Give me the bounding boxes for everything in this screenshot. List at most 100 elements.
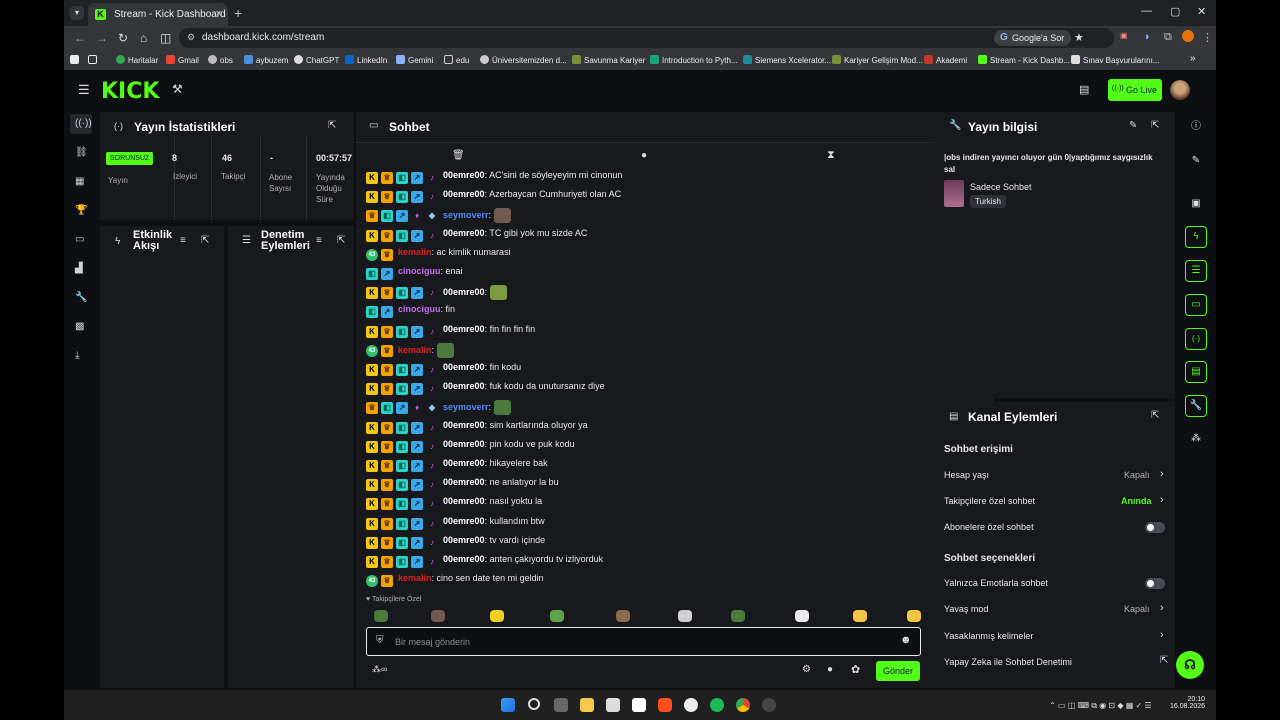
wrench-icon[interactable]: 🔧	[75, 292, 87, 303]
bookmark-item[interactable]: Savunma Kariyer	[572, 55, 645, 65]
chat-username[interactable]: 00emre00	[443, 496, 485, 506]
bookmark-item[interactable]: Kariyer Gelişim Mod...	[832, 55, 923, 65]
chat-username[interactable]: 00emre00	[443, 420, 485, 430]
app-icon[interactable]	[684, 698, 698, 712]
chat-username[interactable]: seymoverr	[443, 402, 489, 412]
emote-quick-pick[interactable]	[853, 610, 867, 622]
hamburger-menu-icon[interactable]: ☰	[78, 82, 90, 98]
emote-quick-pick[interactable]	[616, 610, 630, 622]
chat-message[interactable]: K ♛ ◧ ↗ ♪ 00emre00: AC'sini de söyleyeyim mi …	[366, 170, 622, 188]
chrome-icon[interactable]	[736, 698, 750, 712]
help-chat-icon[interactable]: ☊	[1176, 651, 1204, 679]
chat-message[interactable]: K ♛ ◧ ↗ ♪ 00emre00: fin kodu	[366, 362, 521, 380]
menu-kebab-icon[interactable]: ⋮	[1202, 31, 1213, 44]
avatar[interactable]	[1170, 80, 1190, 100]
chat-message[interactable]: 43 ♛ kemalin:	[366, 342, 454, 361]
bookmark-square-icon[interactable]	[70, 55, 82, 65]
go-live-button[interactable]: Go Live	[1108, 79, 1162, 101]
stream-info-toggle-icon[interactable]: 🔧	[1185, 395, 1207, 417]
chat-message[interactable]: K ♛ ◧ ↗ ♪ 00emre00: tv vardı içinde	[366, 535, 545, 553]
chat-message[interactable]: ♛ ◧ ↗ ♦ ◆ seymoverr:	[366, 400, 511, 418]
chat-message[interactable]: K ♛ ◧ ↗ ♪ 00emre00: nasıl yoktu la	[366, 496, 542, 514]
popout-icon[interactable]: ⇱	[1151, 120, 1159, 131]
window-close-icon[interactable]: ✕	[1197, 5, 1206, 18]
community-icon[interactable]: ▩	[75, 321, 84, 332]
extension-badge-icon[interactable]: ▣	[1120, 31, 1128, 40]
chat-message[interactable]: 43 ♛ kemalin: cino sen date ten mi geldin	[366, 573, 544, 591]
chat-message[interactable]: ♛ ◧ ↗ ♦ ◆ seymoverr:	[366, 208, 511, 226]
bookmark-star-icon[interactable]: ★	[1074, 31, 1084, 44]
hammer-icon[interactable]: ⚒	[172, 82, 183, 96]
chat-message[interactable]: K ♛ ◧ ↗ ♪ 00emre00: fin fin fin fin	[366, 324, 535, 342]
kick-logo[interactable]: KICK	[101, 79, 159, 104]
emote-quick-pick[interactable]	[907, 610, 921, 622]
chat-message[interactable]: K ♛ ◧ ↗ ♪ 00emre00: anten çakıyordu tv izliyo…	[366, 554, 603, 572]
site-info-icon[interactable]: ⚙	[187, 32, 195, 43]
chat-username[interactable]: 00emre00	[443, 477, 485, 487]
tab-search-icon[interactable]: ▾	[70, 6, 84, 20]
chat-message[interactable]: ◧ ↗ cinociguu: enai	[366, 266, 463, 284]
bookmark-item[interactable]: ChatGPT	[294, 55, 339, 65]
info-icon[interactable]: ⓘ	[1185, 116, 1207, 138]
bookmark-item[interactable]: Introduction to Pyth...	[650, 55, 738, 65]
download-icon[interactable]: ⤓	[75, 350, 79, 361]
home-icon[interactable]: ⌂	[140, 31, 147, 45]
bookmark-item[interactable]: LinkedIn	[345, 55, 387, 65]
extensions-puzzle-icon[interactable]: ⧉	[1164, 31, 1172, 44]
maximize-icon[interactable]: ▢	[1170, 5, 1180, 18]
chat-tools-icon[interactable]: ⁂∞	[372, 664, 387, 675]
apps-grid-icon[interactable]	[88, 55, 100, 65]
chat-message[interactable]: ◧ ↗ cinociguu: fin	[366, 304, 455, 322]
tray-icons[interactable]: ⌃ ▭ ◫ ⌨ ⧉ ◉ ⊡ ◆ ▦ ✓ ☰	[1049, 701, 1152, 711]
file-explorer-icon[interactable]	[580, 698, 594, 712]
chat-username[interactable]: kemalin	[398, 345, 432, 355]
chat-username[interactable]: 00emre00	[443, 228, 485, 238]
bookmark-item[interactable]: Stream - Kick Dashb...	[978, 55, 1070, 65]
bookmark-item[interactable]: edu	[444, 55, 469, 65]
browser-tab[interactable]: K Stream - Kick Dashboard ×	[88, 3, 228, 26]
bookmark-item[interactable]: Üniversitemizden d...	[480, 55, 567, 65]
chat-input-field[interactable]: ⛨ Bir mesaj gönderin ☻	[366, 627, 921, 656]
chat-toggle-icon[interactable]: ▭	[1185, 294, 1207, 316]
brave-icon[interactable]	[658, 698, 672, 712]
start-icon[interactable]	[501, 698, 515, 712]
chat-username[interactable]: 00emre00	[443, 170, 485, 180]
filter-icon[interactable]: ≡	[316, 235, 322, 246]
bookmark-item[interactable]: Gemini	[396, 55, 433, 65]
back-icon[interactable]: ←	[74, 31, 86, 45]
search-icon[interactable]	[528, 698, 540, 710]
popout-icon[interactable]: ⇱	[328, 120, 336, 131]
stats-icon[interactable]: ▦	[75, 176, 84, 187]
emote-quick-pick[interactable]	[490, 610, 504, 622]
bookmark-item[interactable]: Sınav Başvurularını...	[1071, 55, 1159, 65]
emote-quick-pick[interactable]	[550, 610, 564, 622]
new-tab-icon[interactable]: +	[234, 5, 242, 21]
chat-message[interactable]: K ♛ ◧ ↗ ♪ 00emre00: hikayelere bak	[366, 458, 548, 476]
settings-gear-icon[interactable]: ⚙	[802, 664, 811, 675]
chat-username[interactable]: 00emre00	[443, 362, 485, 372]
bookmark-item[interactable]: Gmail	[166, 55, 199, 65]
url-field[interactable]: ⚙ dashboard.kick.com/stream Google'a Sor…	[179, 28, 1114, 48]
chat-username[interactable]: 00emre00	[443, 287, 485, 297]
account-age-label[interactable]: Hesap yaşı	[944, 470, 989, 480]
layout-icon[interactable]: ▣	[1185, 193, 1207, 215]
extension-icon[interactable]: ◗	[1144, 31, 1151, 43]
chat-username[interactable]: seymoverr	[443, 210, 489, 220]
send-button[interactable]: Gönder	[876, 661, 920, 681]
comment-icon[interactable]: ●	[641, 150, 647, 161]
edit-pencil-icon[interactable]: ✎	[1129, 120, 1137, 131]
chat-username[interactable]: cinociguu	[398, 304, 441, 314]
stats-toggle-icon[interactable]: (·)	[1185, 328, 1207, 350]
chat-message[interactable]: K ♛ ◧ ↗ ♪ 00emre00: Azerbaycan Cumhuriyeti ol…	[366, 189, 621, 207]
chat-username[interactable]: 00emre00	[443, 535, 485, 545]
chat-username[interactable]: kemalin	[398, 573, 432, 583]
store-icon[interactable]	[606, 698, 620, 712]
app-icon[interactable]	[632, 698, 646, 712]
link-icon[interactable]: ⛓	[75, 147, 88, 158]
minimize-icon[interactable]: —	[1141, 5, 1152, 17]
chat-message[interactable]: K ♛ ◧ ↗ ♪ 00emre00: TC gibi yok mu sizde AC	[366, 228, 587, 246]
hourglass-icon[interactable]: ⧗	[827, 149, 835, 162]
filter-icon[interactable]: ≡	[180, 235, 186, 246]
popout-icon[interactable]: ⇱	[1151, 410, 1159, 421]
emoji-icon[interactable]: ☻	[900, 634, 912, 646]
